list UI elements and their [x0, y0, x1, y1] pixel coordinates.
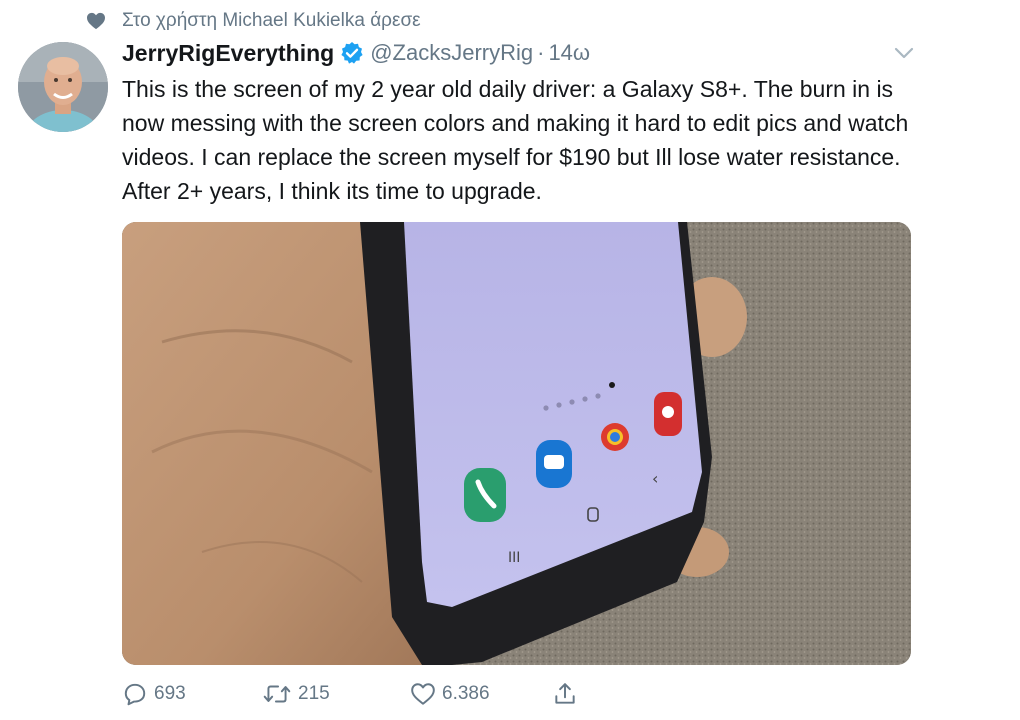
chevron-down-icon[interactable]	[890, 42, 918, 64]
heart-icon	[87, 12, 105, 30]
tweet-header: JerryRigEverything @ZacksJerryRig · 14ω	[122, 38, 590, 68]
like-count: 6.386	[442, 683, 490, 704]
phone-photo-image: ‹ III	[122, 222, 911, 665]
retweet-count: 215	[298, 683, 330, 704]
tweet-photo[interactable]: ‹ III	[122, 222, 911, 665]
reply-button[interactable]: 693	[122, 678, 186, 710]
avatar[interactable]	[18, 42, 108, 132]
author-name[interactable]: JerryRigEverything	[122, 40, 334, 67]
social-context-text: Στο χρήστη Michael Kukielka άρεσε	[122, 10, 421, 31]
like-heart-icon	[411, 683, 435, 705]
tweet[interactable]: Στο χρήστη Michael Kukielka άρεσε JerryR…	[0, 0, 1020, 720]
retweet-icon	[263, 685, 291, 703]
social-context: Στο χρήστη Michael Kukielka άρεσε	[86, 8, 421, 34]
tweet-text: This is the screen of my 2 year old dail…	[122, 76, 909, 204]
tweet-timestamp[interactable]: 14ω	[548, 40, 590, 66]
separator-dot: ·	[537, 40, 545, 65]
svg-text:III: III	[508, 550, 520, 566]
verified-badge-icon	[341, 42, 363, 64]
share-button[interactable]	[552, 678, 578, 710]
author-handle[interactable]: @ZacksJerryRig	[370, 40, 533, 66]
retweet-button[interactable]: 215	[262, 678, 330, 710]
share-icon	[555, 683, 575, 704]
avatar-image	[18, 42, 108, 132]
reply-icon	[124, 683, 146, 706]
svg-text:‹: ‹	[652, 469, 658, 488]
tweet-actions: 693 215 6.386	[122, 678, 822, 710]
like-button[interactable]: 6.386	[410, 678, 490, 710]
reply-count: 693	[154, 683, 186, 704]
